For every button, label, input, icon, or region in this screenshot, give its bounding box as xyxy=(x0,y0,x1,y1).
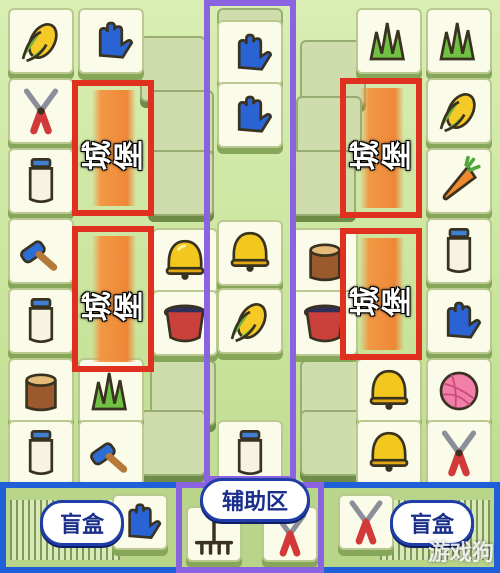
helper-area-badge: 辅助区 xyxy=(200,478,310,522)
tile-milk[interactable] xyxy=(217,420,283,486)
tile-shears[interactable] xyxy=(338,494,394,550)
corn-icon xyxy=(21,23,58,63)
tile-glove[interactable] xyxy=(217,82,283,148)
tile-background[interactable] xyxy=(148,90,214,156)
tile-bell[interactable] xyxy=(217,220,283,286)
tile-glove[interactable] xyxy=(217,20,283,86)
tile-pot[interactable] xyxy=(152,290,218,356)
tree-stump-icon xyxy=(309,243,341,282)
corn-icon xyxy=(439,93,476,133)
tile-milk[interactable] xyxy=(8,148,74,214)
tile-glove[interactable] xyxy=(78,8,144,74)
yarn-ball-icon xyxy=(439,371,479,411)
milk-bottle-icon xyxy=(237,430,263,476)
brush-icon xyxy=(90,442,128,473)
tile-background[interactable] xyxy=(290,150,356,216)
tile-bell[interactable] xyxy=(152,228,218,294)
tile-stump[interactable] xyxy=(8,358,74,424)
tile-bell[interactable] xyxy=(356,358,422,424)
bell-icon xyxy=(230,231,270,272)
tile-milk[interactable] xyxy=(426,218,492,284)
castle-label: 城堡 xyxy=(349,88,415,208)
pruning-shears-icon xyxy=(441,430,477,477)
pruning-shears-icon xyxy=(23,88,59,135)
castle-label: 城堡 xyxy=(81,236,147,362)
tile-bell[interactable] xyxy=(356,420,422,486)
grass-icon xyxy=(439,22,476,61)
castle-label: 城堡 xyxy=(81,90,147,206)
milk-bottle-icon xyxy=(446,228,472,274)
glove-icon xyxy=(446,301,482,339)
blind-box-badge-left: 盲盒 xyxy=(40,500,124,546)
glove-icon xyxy=(237,33,273,71)
glove-icon xyxy=(237,95,273,133)
tile-glove[interactable] xyxy=(426,288,492,354)
grass-icon xyxy=(369,22,406,61)
tile-grass[interactable] xyxy=(356,8,422,74)
glove-icon xyxy=(98,21,134,59)
tile-milk[interactable] xyxy=(8,288,74,354)
tree-stump-icon xyxy=(25,373,57,412)
tile-corn[interactable] xyxy=(8,8,74,74)
tile-brush[interactable] xyxy=(78,420,144,486)
tile-yarn[interactable] xyxy=(426,358,492,424)
bell-icon xyxy=(369,431,409,472)
tile-brush[interactable] xyxy=(8,218,74,284)
pruning-shears-icon xyxy=(349,500,383,545)
milk-bottle-icon xyxy=(28,430,54,476)
pot-icon xyxy=(303,304,347,343)
tile-shears[interactable] xyxy=(426,420,492,486)
game-board: 城堡 城堡 城堡 城堡 盲盒 辅助区 盲盒 游戏狗 xyxy=(0,0,500,573)
grass-icon xyxy=(91,372,128,411)
bell-icon xyxy=(369,369,409,410)
milk-bottle-icon xyxy=(28,158,54,204)
tile-milk[interactable] xyxy=(8,420,74,486)
pot-icon xyxy=(163,304,207,343)
tile-carrot[interactable] xyxy=(426,148,492,214)
tile-corn[interactable] xyxy=(217,288,283,354)
bell-icon xyxy=(165,239,205,280)
tile-stump[interactable] xyxy=(292,228,358,294)
milk-bottle-icon xyxy=(28,298,54,344)
tile-grass[interactable] xyxy=(426,8,492,74)
brush-icon xyxy=(20,240,58,271)
tile-grass[interactable] xyxy=(78,358,144,424)
castle-label: 城堡 xyxy=(349,238,415,350)
tile-background[interactable] xyxy=(140,410,206,476)
corn-icon xyxy=(230,303,267,343)
tile-shears[interactable] xyxy=(8,78,74,144)
watermark: 游戏狗 xyxy=(427,541,494,566)
tile-background[interactable] xyxy=(148,150,214,216)
tile-corn[interactable] xyxy=(426,78,492,144)
carrot-icon xyxy=(442,155,481,201)
